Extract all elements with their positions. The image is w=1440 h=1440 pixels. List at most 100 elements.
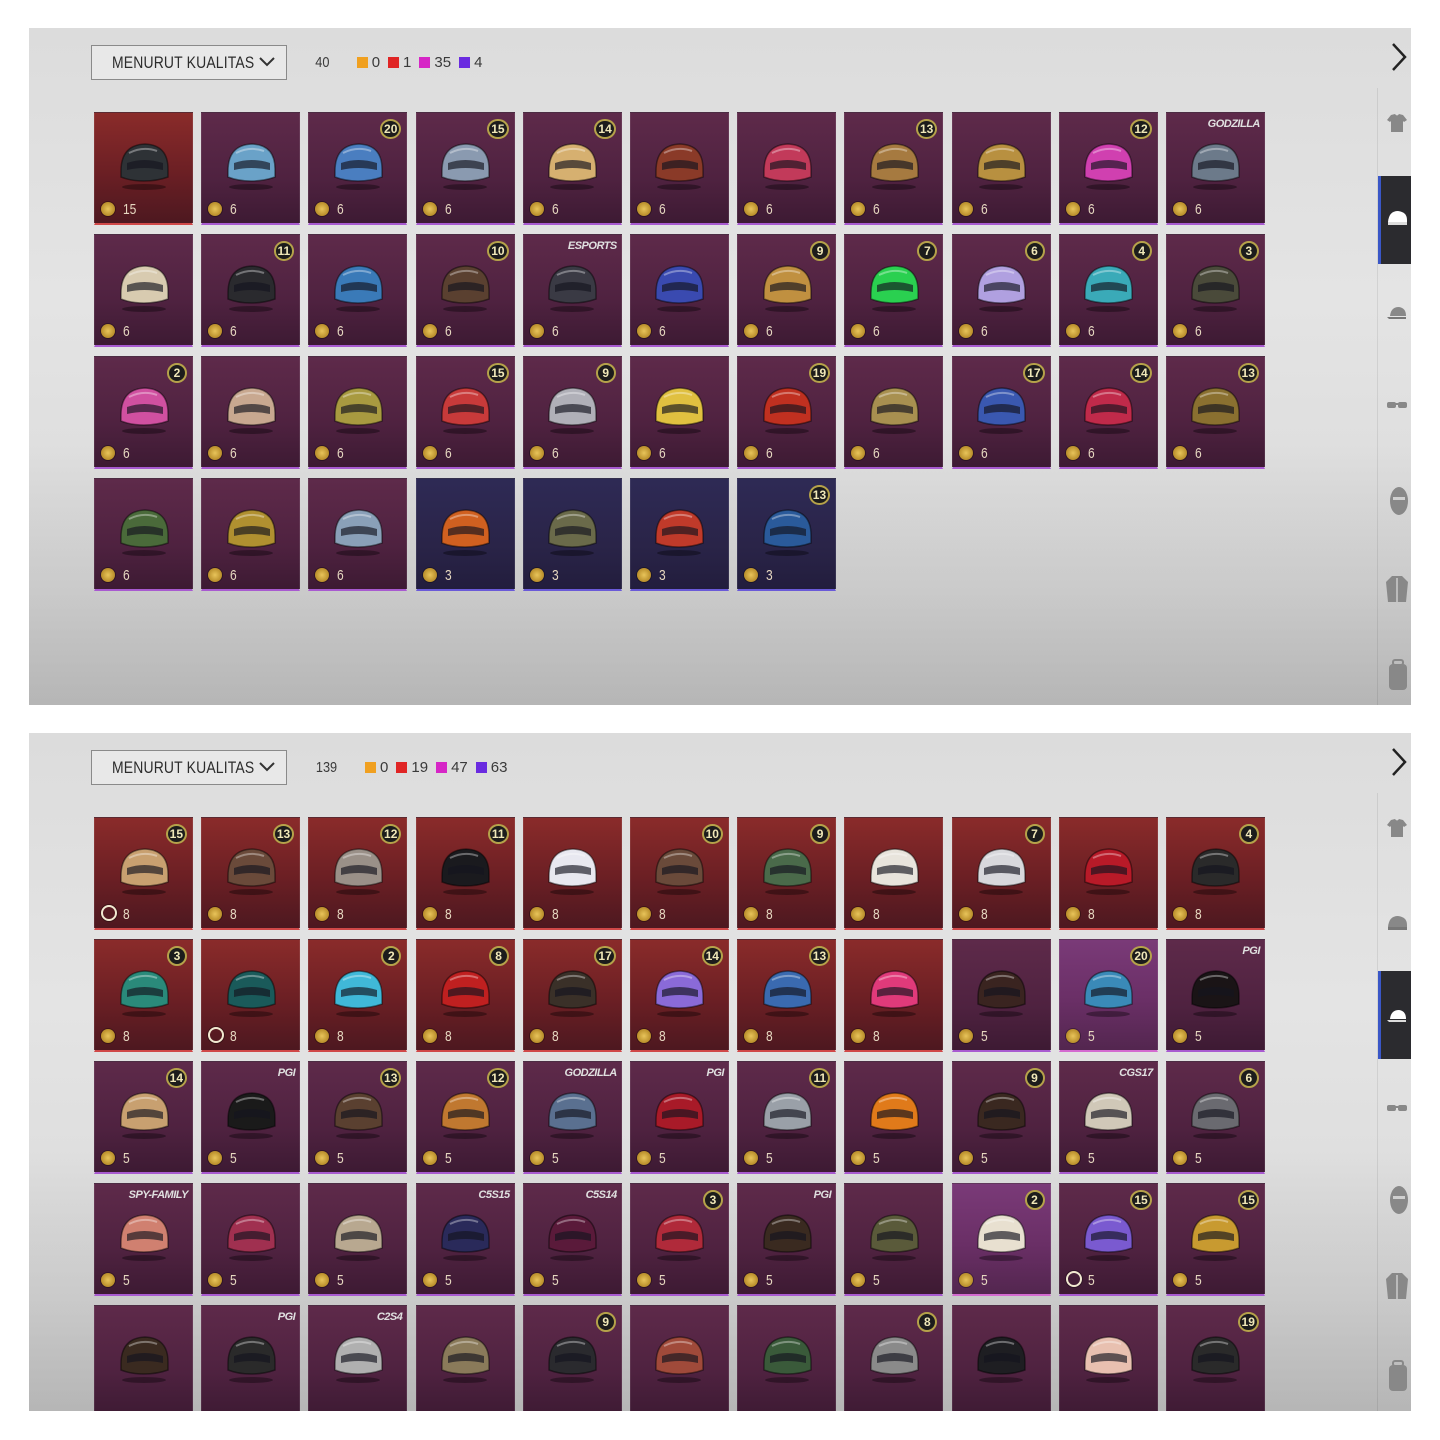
item-card[interactable]: 5 15: [1058, 1183, 1158, 1296]
item-card[interactable]: 52: [951, 1183, 1051, 1296]
item-card[interactable]: 5 PGI: [737, 1183, 837, 1296]
item-card[interactable]: [951, 1305, 1051, 1411]
item-card[interactable]: 6: [201, 478, 301, 591]
glasses-icon[interactable]: [1385, 1097, 1409, 1119]
item-card[interactable]: 69: [522, 356, 622, 469]
item-card[interactable]: 5 SPY-FAMILY: [94, 1183, 193, 1296]
item-card[interactable]: C2S4: [308, 1305, 408, 1411]
item-card[interactable]: 5 PGI: [201, 1061, 301, 1174]
item-card[interactable]: 8: [201, 939, 301, 1052]
item-card[interactable]: 64: [1058, 234, 1158, 347]
item-card[interactable]: 8 17: [522, 939, 622, 1052]
item-card[interactable]: [1058, 1305, 1158, 1411]
backpack-icon[interactable]: [1385, 1359, 1409, 1393]
item-card[interactable]: 53: [629, 1183, 729, 1296]
jacket-icon[interactable]: [1385, 1271, 1409, 1301]
item-card[interactable]: 5 11: [737, 1061, 837, 1174]
item-card[interactable]: 66: [951, 234, 1051, 347]
item-card[interactable]: PGI: [201, 1305, 301, 1411]
item-card[interactable]: 5 12: [415, 1061, 515, 1174]
sort-dropdown[interactable]: MENURUT KUALITAS: [91, 750, 287, 785]
shirt-icon[interactable]: [1385, 817, 1409, 839]
item-card[interactable]: 3: [415, 478, 515, 591]
item-card[interactable]: 6: [308, 234, 408, 347]
item-card[interactable]: 87: [951, 817, 1051, 930]
sort-dropdown[interactable]: MENURUT KUALITAS: [91, 45, 287, 80]
item-card[interactable]: 6 13: [844, 112, 944, 225]
item-card[interactable]: 6 10: [415, 234, 515, 347]
item-card[interactable]: 88: [415, 939, 515, 1052]
item-card[interactable]: 6: [629, 356, 729, 469]
item-card[interactable]: 6: [951, 112, 1051, 225]
item-card[interactable]: 9: [522, 1305, 622, 1411]
item-card[interactable]: 6: [629, 112, 729, 225]
item-card[interactable]: 5 PGI: [629, 1061, 729, 1174]
item-card[interactable]: 8: [844, 1305, 944, 1411]
shirt-icon[interactable]: [1385, 112, 1409, 134]
item-card[interactable]: 6 14: [522, 112, 622, 225]
item-card[interactable]: 63: [1165, 234, 1265, 347]
item-card[interactable]: 3: [522, 478, 622, 591]
mask-icon[interactable]: [1385, 484, 1409, 518]
item-card[interactable]: [94, 1305, 193, 1411]
item-card[interactable]: 19: [1165, 1305, 1265, 1411]
item-card[interactable]: 6 14: [1058, 356, 1158, 469]
item-card[interactable]: 6: [308, 356, 408, 469]
item-card[interactable]: [415, 1305, 515, 1411]
backpack-icon[interactable]: [1385, 658, 1409, 692]
item-card[interactable]: 84: [1165, 817, 1265, 930]
item-card[interactable]: 82: [308, 939, 408, 1052]
item-card[interactable]: 15: [94, 112, 193, 225]
item-card[interactable]: 6: [94, 234, 193, 347]
item-card[interactable]: 6: [308, 478, 408, 591]
helmet-icon[interactable]: [1385, 208, 1409, 230]
item-card[interactable]: 8: [844, 939, 944, 1052]
item-card[interactable]: 6 13: [1165, 356, 1265, 469]
item-card[interactable]: 5: [844, 1183, 944, 1296]
item-card[interactable]: [629, 1305, 729, 1411]
item-card[interactable]: 3: [629, 478, 729, 591]
item-card[interactable]: 8: [522, 817, 622, 930]
item-card[interactable]: 6: [201, 356, 301, 469]
item-card[interactable]: 5 14: [94, 1061, 193, 1174]
item-card[interactable]: 6: [737, 112, 837, 225]
item-card[interactable]: 5 CGS17: [1058, 1061, 1158, 1174]
close-icon[interactable]: [1387, 40, 1411, 74]
item-card[interactable]: 56: [1165, 1061, 1265, 1174]
item-card[interactable]: 8: [1058, 817, 1158, 930]
item-card[interactable]: 6: [844, 356, 944, 469]
item-card[interactable]: 8 15: [94, 817, 193, 930]
item-card[interactable]: 6 11: [201, 234, 301, 347]
item-card[interactable]: 6: [201, 112, 301, 225]
item-card[interactable]: 6 17: [951, 356, 1051, 469]
item-card[interactable]: 5 20: [1058, 939, 1158, 1052]
item-card[interactable]: 83: [94, 939, 193, 1052]
item-card[interactable]: 5 13: [308, 1061, 408, 1174]
glasses-icon[interactable]: [1385, 394, 1409, 416]
helmet-icon[interactable]: [1385, 913, 1409, 935]
item-card[interactable]: 6 15: [415, 356, 515, 469]
item-card[interactable]: 67: [844, 234, 944, 347]
item-card[interactable]: 6 20: [308, 112, 408, 225]
item-card[interactable]: 8 13: [201, 817, 301, 930]
item-card[interactable]: 6: [94, 478, 193, 591]
item-card[interactable]: 6 GODZILLA: [1165, 112, 1265, 225]
item-card[interactable]: 5: [201, 1183, 301, 1296]
close-icon[interactable]: [1387, 745, 1411, 779]
cap-icon[interactable]: [1385, 302, 1409, 324]
item-card[interactable]: 59: [951, 1061, 1051, 1174]
item-card[interactable]: 5: [844, 1061, 944, 1174]
item-card[interactable]: 8 13: [737, 939, 837, 1052]
item-card[interactable]: 5: [951, 939, 1051, 1052]
item-card[interactable]: 69: [737, 234, 837, 347]
cap-icon[interactable]: [1385, 1005, 1409, 1027]
item-card[interactable]: 89: [737, 817, 837, 930]
item-card[interactable]: 6: [629, 234, 729, 347]
item-card[interactable]: 3 13: [737, 478, 837, 591]
item-card[interactable]: [737, 1305, 837, 1411]
item-card[interactable]: 5 C5S14: [522, 1183, 622, 1296]
item-card[interactable]: 5 PGI: [1165, 939, 1265, 1052]
item-card[interactable]: 8 11: [415, 817, 515, 930]
item-card[interactable]: 62: [94, 356, 193, 469]
item-card[interactable]: 5 15: [1165, 1183, 1265, 1296]
